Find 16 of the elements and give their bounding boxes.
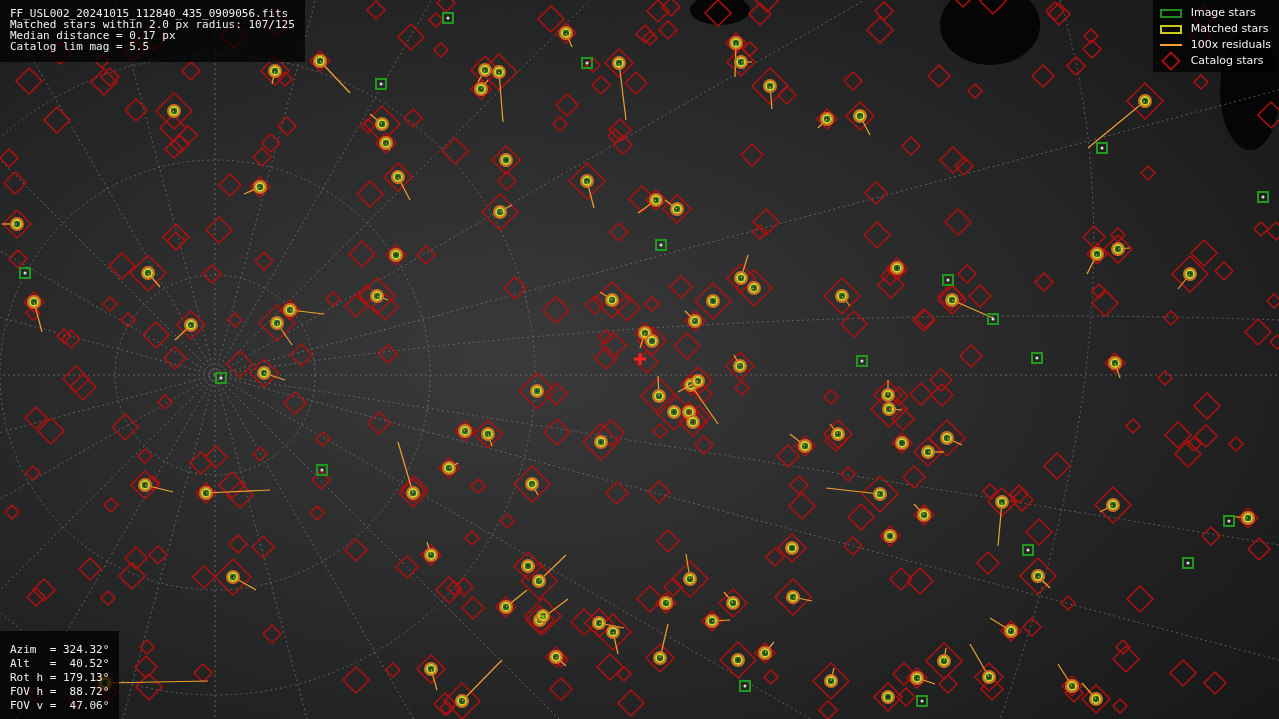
legend-label: Image stars: [1190, 4, 1256, 21]
pointing-text: FOV v = 47.06°: [10, 699, 110, 713]
pointing-text: FOV h = 88.72°: [10, 685, 110, 699]
pointing-text: Azim = 324.32°: [10, 643, 110, 657]
pointing-text: Alt = 40.52°: [10, 657, 110, 671]
matched-rectangle-icon: [1159, 24, 1182, 34]
legend-label: 100x residuals: [1190, 36, 1271, 53]
legend-label: Matched stars: [1190, 20, 1269, 37]
info-text: Catalog lim mag = 5.5: [10, 41, 151, 52]
info-text: Matched stars within 2.0 px radius: 107/125: [10, 19, 295, 30]
pointing-text: Rot h = 179.13°: [10, 671, 110, 685]
line-icon: [1159, 44, 1182, 46]
rectangle-outline-icon: [1159, 8, 1182, 18]
info-text: Median distance = 0.17 px: [10, 30, 176, 41]
legend-label: Catalog stars: [1190, 52, 1264, 69]
info-text: FF_USL002_20241015_112840_435_0909056.fits: [10, 8, 290, 19]
